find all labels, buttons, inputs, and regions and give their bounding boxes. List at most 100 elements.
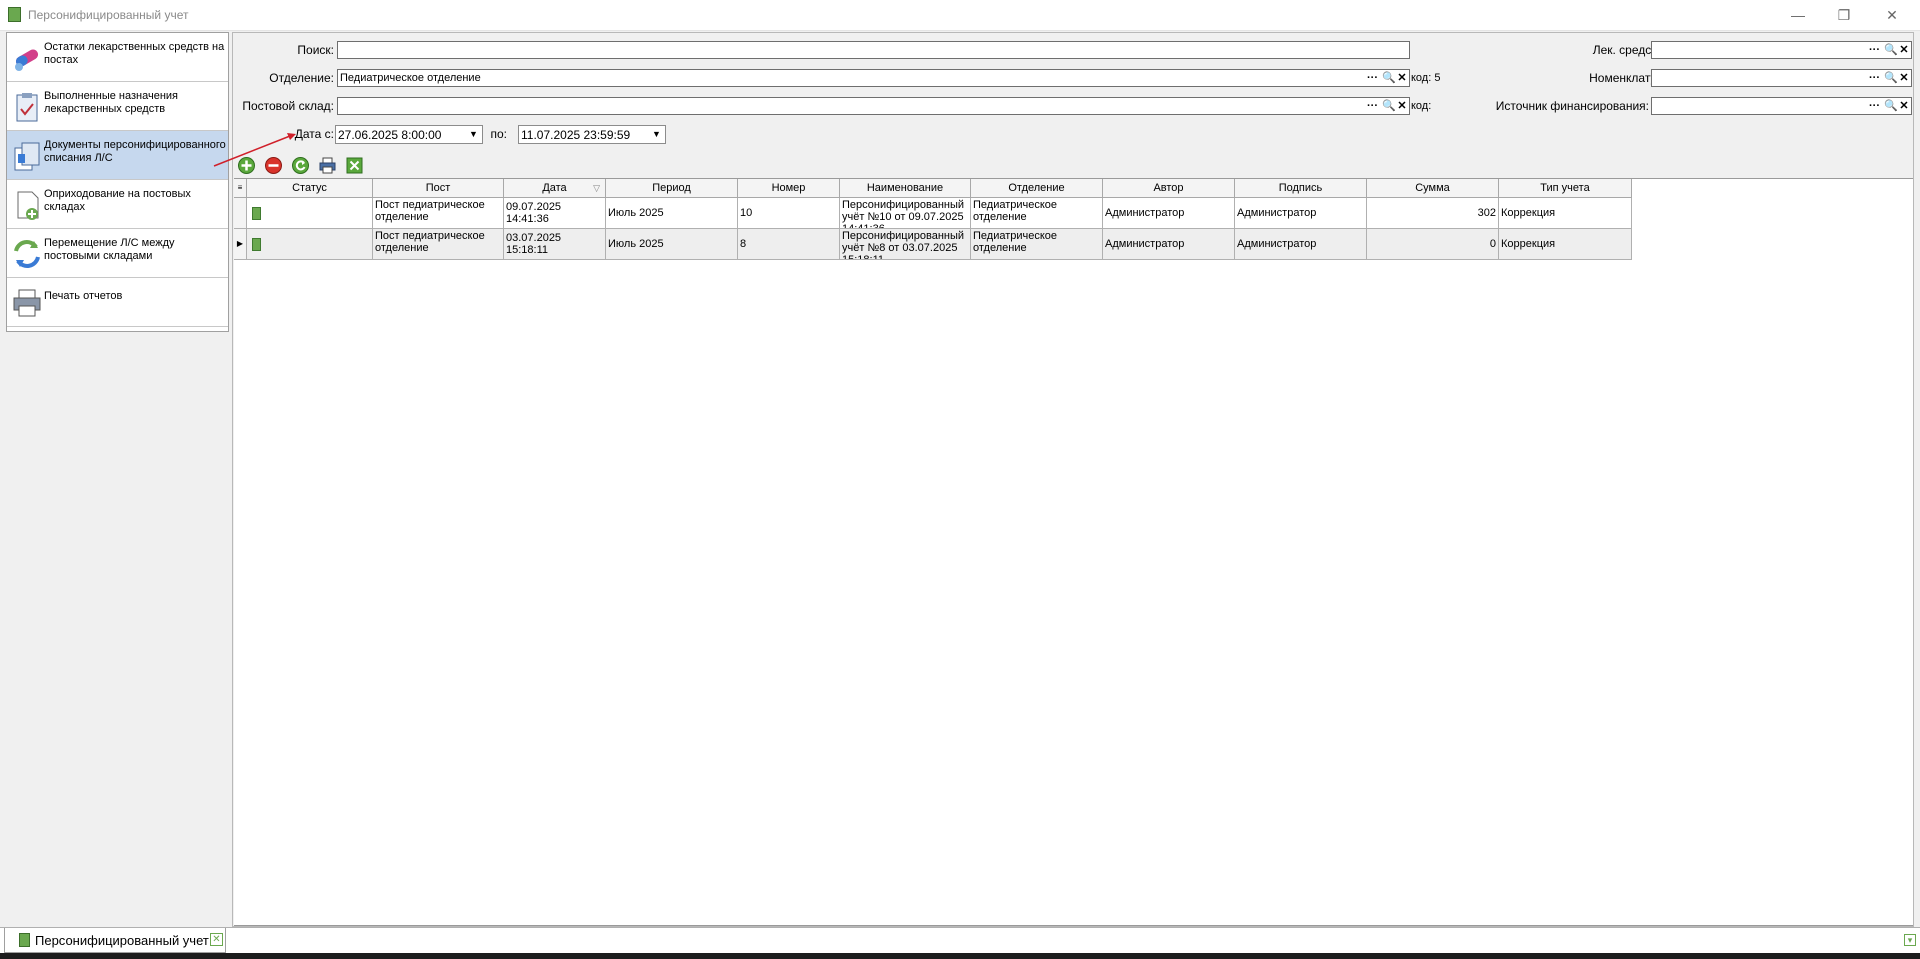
search-label: Поиск: [297, 43, 334, 57]
more-icon[interactable]: ··· [1869, 98, 1880, 114]
column-chooser-icon[interactable]: ≡ [234, 179, 247, 198]
sidebar-item-label: Оприходование на постовых складах [44, 188, 191, 213]
minimize-button[interactable]: — [1780, 4, 1816, 26]
document-add-icon [17, 191, 39, 220]
sidebar-item-stock[interactable]: Остатки лекарственных средств на постах [7, 33, 228, 82]
search-icon[interactable]: 🔍 [1884, 70, 1898, 86]
row-pointer-icon: ▶ [234, 229, 247, 260]
pills-icon [15, 49, 39, 71]
name-cell: Персонифицированный учёт №8 от 03.07.202… [840, 229, 971, 260]
search-icon[interactable]: 🔍 [1382, 98, 1396, 114]
date-cell: 03.07.2025 15:18:11 [504, 229, 606, 260]
department-cell: Педиатрическое отделение [971, 229, 1103, 260]
search-icon[interactable]: 🔍 [1382, 70, 1396, 86]
search-icon[interactable]: 🔍 [1884, 98, 1898, 114]
signature-cell: Администратор [1235, 198, 1367, 229]
sidebar-item-print-reports[interactable]: Печать отчетов [7, 278, 228, 327]
store-code: код: [1411, 100, 1432, 112]
chevron-down-icon[interactable]: ▼ [648, 126, 665, 143]
status-cell [247, 229, 373, 260]
add-icon[interactable] [237, 156, 256, 175]
store-field[interactable]: ··· 🔍 ✕ [337, 97, 1410, 115]
post-cell: Пост педиатрическое отделение [373, 198, 504, 229]
chevron-down-icon[interactable]: ▼ [465, 126, 482, 143]
nomenclature-field[interactable]: ··· 🔍 ✕ [1651, 69, 1912, 87]
clipboard-check-icon [16, 93, 38, 122]
column-header-status[interactable]: Статус [247, 179, 373, 198]
sum-cell: 0 [1367, 229, 1499, 260]
signature-cell: Администратор [1235, 229, 1367, 260]
column-header-period[interactable]: Период [606, 179, 738, 198]
transfer-arrows-icon [14, 240, 40, 268]
search-input[interactable] [337, 41, 1410, 59]
financing-field[interactable]: ··· 🔍 ✕ [1651, 97, 1912, 115]
date-from-label: Дата с: [294, 127, 334, 141]
column-header-signature[interactable]: Подпись [1235, 179, 1367, 198]
sidebar-item-receipt[interactable]: Оприходование на постовых складах [7, 180, 228, 229]
clear-icon[interactable]: ✕ [1899, 98, 1909, 114]
number-cell: 10 [738, 198, 840, 229]
sum-cell: 302 [1367, 198, 1499, 229]
column-header-department[interactable]: Отделение [971, 179, 1103, 198]
excel-icon[interactable] [345, 156, 364, 175]
column-header-sum[interactable]: Сумма [1367, 179, 1499, 198]
store-label: Постовой склад: [242, 99, 334, 113]
author-cell: Администратор [1103, 198, 1235, 229]
sidebar-item-label: Выполненные назначения лекарственных сре… [44, 90, 179, 115]
delete-icon[interactable] [264, 156, 283, 175]
drug-field[interactable]: ··· 🔍 ✕ [1651, 41, 1912, 59]
accounting-type-cell: Коррекция [1499, 198, 1632, 229]
sidebar-item-label: Перемещение Л/С между постовыми складами [44, 237, 175, 262]
column-header-name[interactable]: Наименование [840, 179, 971, 198]
close-icon[interactable]: ✕ [210, 933, 223, 946]
close-button[interactable]: ✕ [1874, 4, 1910, 26]
date-to-label: по: [490, 127, 507, 141]
period-cell: Июль 2025 [606, 229, 738, 260]
status-icon [252, 206, 261, 220]
sort-icon: ▽ [593, 183, 600, 193]
financing-label: Источник финансирования: [1495, 99, 1649, 113]
print-icon[interactable] [318, 156, 337, 175]
column-header-post[interactable]: Пост [373, 179, 504, 198]
date-from-picker[interactable]: 27.06.2025 8:00:00 ▼ [335, 125, 483, 144]
refresh-icon[interactable] [291, 156, 310, 175]
more-icon[interactable]: ··· [1367, 70, 1378, 86]
chevron-down-icon[interactable]: ▾ [1904, 934, 1916, 946]
author-cell: Администратор [1103, 229, 1235, 260]
sidebar-item-documents[interactable]: Документы персонифицированного списания … [7, 131, 228, 180]
title-bar: Персонифицированный учет — ❐ ✕ [0, 0, 1920, 31]
printer-icon [13, 289, 41, 317]
clear-icon[interactable]: ✕ [1397, 70, 1407, 86]
clear-icon[interactable]: ✕ [1899, 42, 1909, 58]
sidebar-item-transfer[interactable]: Перемещение Л/С между постовыми складами [7, 229, 228, 278]
more-icon[interactable]: ··· [1869, 70, 1880, 86]
restore-button[interactable]: ❐ [1826, 4, 1862, 26]
accounting-type-cell: Коррекция [1499, 229, 1632, 260]
date-cell: 09.07.2025 14:41:36 [504, 198, 606, 229]
sidebar-item-label: Печать отчетов [44, 290, 123, 302]
column-header-author[interactable]: Автор [1103, 179, 1235, 198]
document-tab[interactable]: Персонифицированный учет ✕ [4, 928, 226, 953]
more-icon[interactable]: ··· [1367, 98, 1378, 114]
app-icon [8, 7, 21, 22]
post-cell: Пост педиатрическое отделение [373, 229, 504, 260]
app-icon [19, 933, 30, 947]
column-header-number[interactable]: Номер [738, 179, 840, 198]
sidebar-item-label: Документы персонифицированного списания … [44, 139, 226, 164]
document-tab-bar: Персонифицированный учет ✕ ▾ [0, 927, 1920, 954]
clear-icon[interactable]: ✕ [1899, 70, 1909, 86]
dept-label: Отделение: [269, 71, 334, 85]
sidebar-item-prescriptions[interactable]: Выполненные назначения лекарственных сре… [7, 82, 228, 131]
date-to-picker[interactable]: 11.07.2025 23:59:59 ▼ [518, 125, 666, 144]
more-icon[interactable]: ··· [1869, 42, 1880, 58]
dept-field[interactable]: Педиатрическое отделение ··· 🔍 ✕ [337, 69, 1410, 87]
column-header-accounting-type[interactable]: Тип учета [1499, 179, 1632, 198]
row-indicator [234, 198, 247, 229]
clear-icon[interactable]: ✕ [1397, 98, 1407, 114]
column-header-date[interactable]: Дата ▽ [504, 179, 606, 198]
window-title: Персонифицированный учет [28, 8, 189, 22]
search-icon[interactable]: 🔍 [1884, 42, 1898, 58]
document-tab-label: Персонифицированный учет [35, 933, 209, 948]
sidebar: Остатки лекарственных средств на постах … [6, 32, 229, 332]
period-cell: Июль 2025 [606, 198, 738, 229]
